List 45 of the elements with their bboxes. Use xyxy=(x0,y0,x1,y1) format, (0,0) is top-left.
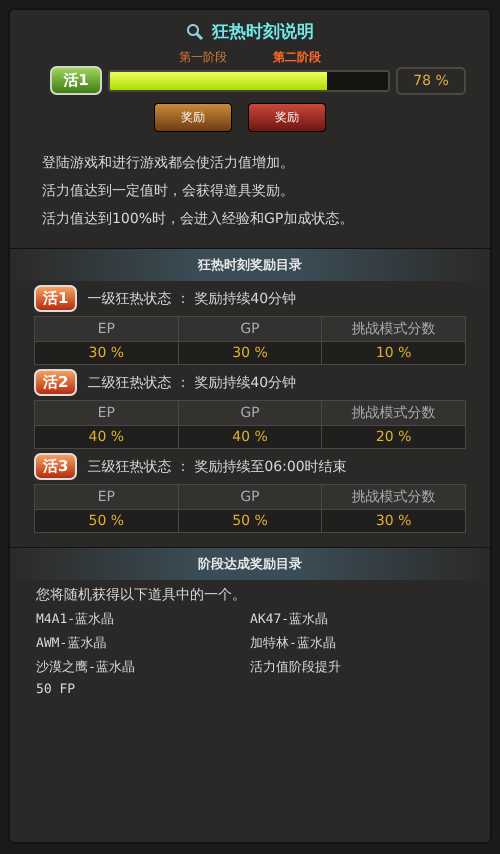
table-cell: 40 % xyxy=(178,426,322,448)
table-cell: 10 % xyxy=(322,342,466,364)
reward-item: 50 FP xyxy=(36,682,76,697)
table-cell: 50 % xyxy=(178,510,322,532)
tier-title: 三级狂热状态 ： 奖励持续至06:00时结束 xyxy=(87,458,347,476)
column-header: GP xyxy=(178,400,322,426)
column-header: GP xyxy=(178,316,322,342)
reward-item: 沙漠之鹰-蓝水晶 xyxy=(36,659,136,676)
column-header: GP xyxy=(178,484,322,510)
table-cell: 30 % xyxy=(322,510,466,532)
reward-button[interactable]: 奖励 xyxy=(248,103,326,132)
tier-title: 一级狂热状态 ： 奖励持续40分钟 xyxy=(87,290,296,308)
panel-title: 狂热时刻说明 xyxy=(212,21,314,43)
description-line: 活力值达到100%时，会进入经验和GP加成状态。 xyxy=(42,210,354,228)
reward-item: M4A1-蓝水晶 xyxy=(36,611,116,628)
progress-reading: 78 % xyxy=(396,66,466,94)
stage-label: 第二阶段 xyxy=(272,49,322,66)
table-cell: 40 % xyxy=(34,426,178,448)
table-cell: 30 % xyxy=(178,342,322,364)
reward-item: AWM-蓝水晶 xyxy=(36,635,108,652)
reward-item: 活力值阶段提升 xyxy=(250,659,342,676)
table-cell: 50 % xyxy=(34,510,178,532)
description-line: 活力值达到一定值时，会获得道具奖励。 xyxy=(42,182,295,200)
reward-item: 加特林-蓝水晶 xyxy=(250,635,337,652)
section-heading: 狂热时刻奖励目录 xyxy=(10,248,490,281)
rewards-intro: 您将随机获得以下道具中的一个。 xyxy=(36,586,247,604)
level-badge: 活1 xyxy=(50,66,102,95)
column-header: 挑战模式分数 xyxy=(322,484,466,510)
column-header: EP xyxy=(34,316,178,342)
tier-title: 二级狂热状态 ： 奖励持续40分钟 xyxy=(87,374,296,392)
stage-label: 第一阶段 xyxy=(178,49,228,66)
reward-item: AK47-蓝水晶 xyxy=(250,611,330,628)
tier-badge: 活3 xyxy=(34,453,78,480)
search-icon xyxy=(186,22,204,40)
column-header: EP xyxy=(34,400,178,426)
table-cell: 30 % xyxy=(34,342,178,364)
column-header: 挑战模式分数 xyxy=(322,316,466,342)
table-cell: 20 % xyxy=(322,426,466,448)
section-heading: 阶段达成奖励目录 xyxy=(10,547,490,580)
reward-button[interactable]: 奖励 xyxy=(154,103,232,132)
tier-badge: 活1 xyxy=(34,285,78,312)
description-line: 登陆游戏和进行游戏都会使活力值增加。 xyxy=(42,154,295,172)
column-header: EP xyxy=(34,484,178,510)
tier-badge: 活2 xyxy=(34,369,78,396)
column-header: 挑战模式分数 xyxy=(322,400,466,426)
